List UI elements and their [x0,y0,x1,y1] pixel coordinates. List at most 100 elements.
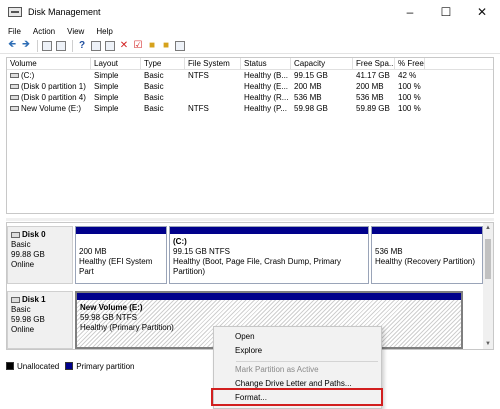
column-header-type[interactable]: Type [141,58,185,70]
partition-title: New Volume (E:) [80,303,143,312]
volume-icon [10,84,19,90]
free-space-cell: 59.89 GB [356,104,390,113]
menu-view[interactable]: View [67,27,84,36]
volume-icon [10,106,19,112]
table-row[interactable]: (C:) Simple Basic NTFS Healthy (B... 99.… [7,70,493,81]
partition-title: (C:) [173,237,187,246]
scrollbar-thumb[interactable] [485,239,491,279]
status-cell: Healthy (R... [244,93,289,102]
partition-size: 99.15 GB NTFS [173,247,230,256]
forward-arrow-icon[interactable]: 🡺 [20,39,32,52]
pane-splitter[interactable] [6,218,494,221]
partition-size: 536 MB [375,247,403,256]
menu-file[interactable]: File [8,27,21,36]
minimize-icon[interactable]: – [392,0,428,24]
column-header-status[interactable]: Status [241,58,291,70]
percent-free-cell: 42 % [398,71,417,80]
menu-item-open[interactable]: Open [214,330,381,344]
legend-swatch-navy [65,362,74,370]
disk-name: Disk 0 [22,230,46,239]
check-icon[interactable]: ☑ [132,40,144,52]
volume-name: (Disk 0 partition 4) [21,93,86,102]
volume-name: New Volume (E:) [21,104,82,113]
layout-cell: Simple [94,71,119,80]
disk-0-label[interactable]: Disk 0 Basic 99.88 GB Online [7,226,73,284]
partition-status: Healthy (Boot, Page File, Crash Dump, Pr… [173,257,342,276]
table-row[interactable]: New Volume (E:) Simple Basic NTFS Health… [7,103,493,114]
percent-free-cell: 100 % [398,82,421,91]
menu-help[interactable]: Help [96,27,112,36]
table-header: Volume Layout Type File System Status Ca… [7,58,493,70]
legend-label: Primary partition [76,361,135,371]
connect-icon[interactable] [104,40,116,52]
capacity-cell: 200 MB [294,82,322,91]
settings-list-icon[interactable] [174,40,186,52]
legend-item-primary-partition: Primary partition [65,361,135,371]
partition-recovery[interactable]: 536 MB Healthy (Recovery Partition) [371,226,483,284]
disk-row-0: Disk 0 Basic 99.88 GB Online 200 MB Heal… [7,226,483,284]
column-header-free-space[interactable]: Free Spa... [353,58,395,70]
column-header-layout[interactable]: Layout [91,58,141,70]
column-header-volume[interactable]: Volume [7,58,91,70]
toolbar-separator [37,39,38,52]
delete-icon[interactable]: ✕ [118,40,130,52]
disk-name: Disk 1 [22,295,46,304]
toolbar: 🡸 🡺 ? ✕ ☑ ■ ■ [0,38,500,54]
search-folder-icon[interactable]: ■ [160,40,172,52]
partition-bar [170,227,368,234]
partition-title [375,237,479,247]
legend-label: Unallocated [17,361,60,371]
file-system-cell: NTFS [188,71,209,80]
partition-body: 536 MB Healthy (Recovery Partition) [372,234,482,267]
column-header-file-system[interactable]: File System [185,58,241,70]
disk-size: 99.88 GB [11,250,45,259]
partition-c[interactable]: (C:) 99.15 GB NTFS Healthy (Boot, Page F… [169,226,369,284]
disk-status: Online [11,260,35,269]
volume-icon [10,95,19,101]
scroll-up-arrow-icon[interactable]: ▲ [483,223,493,233]
properties-icon[interactable] [55,40,67,52]
volume-cell: (Disk 0 partition 1) [7,81,91,92]
graph-vertical-scrollbar[interactable]: ▲ ▼ [483,223,493,349]
partition-efi[interactable]: 200 MB Healthy (EFI System Part [75,226,167,284]
disk-1-label[interactable]: Disk 1 Basic 59.98 GB Online [7,291,73,349]
column-header-capacity[interactable]: Capacity [291,58,353,70]
file-system-cell [185,92,241,103]
partition-bar [76,227,166,234]
column-header-percent-free[interactable]: % Free [395,58,425,70]
partition-body: (C:) 99.15 GB NTFS Healthy (Boot, Page F… [170,234,368,277]
open-folder-icon[interactable]: ■ [146,40,158,52]
legend-item-unallocated: Unallocated [6,362,59,371]
scroll-down-arrow-icon[interactable]: ▼ [483,339,493,349]
partition-body: 200 MB Healthy (EFI System Part [76,234,166,277]
partition-size: 200 MB [79,247,107,256]
table-row[interactable]: (Disk 0 partition 4) Simple Basic Health… [7,92,493,103]
capacity-cell: 536 MB [294,93,322,102]
partition-bar [372,227,482,234]
maximize-icon[interactable]: ☐ [428,0,464,24]
type-cell: Basic [144,82,164,91]
disk-management-app-icon [8,7,22,17]
layout-cell: Simple [94,93,119,102]
partition-size: 59.98 GB NTFS [80,313,137,322]
show-hide-icon[interactable] [90,40,102,52]
percent-free-cell: 100 % [398,93,421,102]
menu-item-explore[interactable]: Explore [214,344,381,358]
console-tree-icon[interactable] [41,40,53,52]
legend-swatch-black [6,362,14,370]
menu-action[interactable]: Action [33,27,55,36]
title-bar: Disk Management – ☐ ✕ [0,0,500,24]
back-arrow-icon[interactable]: 🡸 [6,39,18,52]
legend: Unallocated Primary partition [6,360,141,372]
toolbar-separator [72,39,73,52]
help-icon[interactable]: ? [76,40,88,52]
percent-free-cell: 100 % [398,104,421,113]
capacity-cell: 99.15 GB [294,71,328,80]
close-icon[interactable]: ✕ [464,0,500,24]
table-row[interactable]: (Disk 0 partition 1) Simple Basic Health… [7,81,493,92]
volume-cell: (C:) [7,70,91,81]
disk-status: Online [11,325,35,334]
volume-name: (Disk 0 partition 1) [21,82,86,91]
file-system-cell [185,81,241,92]
disk-title: Disk 0 [11,230,69,239]
